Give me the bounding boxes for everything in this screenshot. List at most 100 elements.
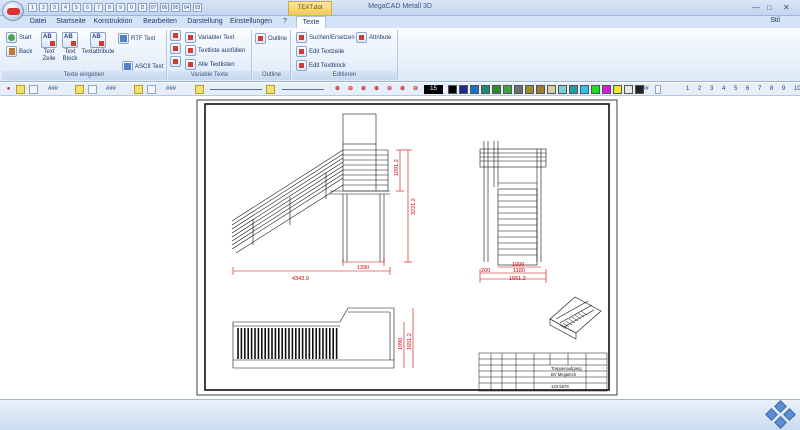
group-variable-texte: Variabler Text Textliste ausfüllen Alle … [168,30,252,80]
tab-datei[interactable]: Datei [26,16,50,28]
start-button[interactable]: Start [6,32,32,43]
app-menu-button[interactable] [2,1,24,21]
scale-slider[interactable] [282,89,324,90]
textliste-ausfuellen-button[interactable]: Textliste ausfüllen [185,45,245,56]
rtf-text-button[interactable]: RTF Text [118,33,155,44]
variabler-text-button[interactable]: Variabler Text [185,32,234,43]
maximize-button[interactable]: □ [767,3,772,12]
megacad-logo-icon [7,8,20,15]
color-swatch[interactable] [613,85,622,94]
dim-front-small[interactable]: 200 [481,268,490,274]
linetype-lock-icon[interactable] [134,85,143,94]
color-swatch[interactable] [624,85,633,94]
color-swatch[interactable] [602,85,611,94]
layer-number[interactable]: 7 [758,85,761,94]
dim-plan-height-a[interactable]: 1090 [398,338,404,350]
group-editieren: Suchen/Ersetzen Edit Textzeile Edit Text… [292,30,398,80]
all-textlists-icon [185,59,196,70]
layer-number[interactable]: 2 [698,85,701,94]
color-swatch[interactable] [580,85,589,94]
dim-front-width-total[interactable]: 1651.2 [509,276,526,282]
width-lock-icon[interactable] [195,85,204,94]
color-lock-icon[interactable] [75,85,84,94]
textattribute-button[interactable]: Textattribute [82,32,114,56]
color-swatch[interactable] [558,85,567,94]
layer-number[interactable]: 1 [686,85,689,94]
color-swatch[interactable] [569,85,578,94]
pen-style-label[interactable]: ### [48,85,58,94]
color-swatch[interactable] [492,85,501,94]
ribbon: Start Back Text Zeile Text Block Textatt… [0,28,800,82]
attribute-button[interactable]: Attribute [356,32,391,43]
layer-lock-icon[interactable] [16,85,25,94]
layer-number[interactable]: 8 [770,85,773,94]
zoom-in-icon[interactable]: ⊕ [333,85,342,94]
color-swatch[interactable] [448,85,457,94]
tab-startseite[interactable]: Startseite [55,16,87,28]
edit-textzeile-button[interactable]: Edit Textzeile [296,46,344,57]
color-swatch[interactable] [525,85,534,94]
redraw-icon[interactable]: ⊖ [411,85,420,94]
zoom-out-icon[interactable]: ⊖ [346,85,355,94]
text-tool-1-button[interactable] [170,30,183,41]
color-swatch[interactable] [547,85,556,94]
tab-konstruktion[interactable]: Konstruktion [92,16,134,28]
layer-settings-icon[interactable] [29,85,38,94]
text-block-button[interactable]: Text Block [61,32,79,63]
outline-button[interactable]: Outline [255,33,287,44]
group-label-variable-texte: Variable Texte [168,71,251,80]
record-icon[interactable]: ● [4,85,13,94]
back-button[interactable]: Back [6,46,32,57]
line-width-slider[interactable] [210,89,262,90]
layer-number[interactable]: 4 [722,85,725,94]
text-var-icon [170,30,181,41]
zoom-window-icon[interactable]: ⊕ [359,85,368,94]
line-width-label[interactable]: ### [166,85,176,94]
layer-number[interactable]: 5 [734,85,737,94]
color-swatch[interactable] [459,85,468,94]
dim-side-height-total[interactable]: 3221.2 [411,198,417,215]
navigation-cube-icon[interactable] [765,400,796,429]
color-swatch[interactable] [481,85,490,94]
color-settings-icon[interactable] [88,85,97,94]
color-swatch[interactable] [503,85,512,94]
drawing-canvas[interactable]: 4343.9 1390 1091.2 3221.2 1000 1180 1651… [0,97,800,399]
layer-panel-icon[interactable] [655,85,661,94]
grid-toggle[interactable]: ## [642,85,649,94]
style-menu[interactable]: Stil [770,17,780,24]
dim-side-total-length[interactable]: 4343.9 [292,276,309,282]
layer-number[interactable]: 6 [746,85,749,94]
layer-number[interactable]: 3 [710,85,713,94]
text-zeile-label: Text Zeile [42,49,56,62]
line-width-number[interactable]: 15 [424,85,443,94]
style-lock-icon[interactable] [266,85,275,94]
color-swatch[interactable] [536,85,545,94]
dim-front-width-b[interactable]: 1180 [513,268,525,274]
text-tool-2-button[interactable] [170,43,183,54]
start-icon [6,32,17,43]
color-swatch[interactable] [514,85,523,94]
edit-textblock-button[interactable]: Edit Textblock [296,60,346,71]
tab-einstellungen[interactable]: Einstellungen [230,16,272,28]
tab-help[interactable]: ? [280,16,290,28]
zoom-previous-icon[interactable]: ⊖ [385,85,394,94]
pen-icon[interactable] [147,85,156,94]
alle-textlisten-button[interactable]: Alle Textlisten [185,59,235,70]
suchen-ersetzen-button[interactable]: Suchen/Ersetzen [296,32,355,43]
dim-plan-height-b[interactable]: 1651.2 [407,333,413,350]
minimize-button[interactable]: — [752,3,760,12]
text-tool-3-button[interactable] [170,56,183,67]
layer-number[interactable]: 10 [794,85,800,94]
color-swatch[interactable] [591,85,600,94]
color-swatch[interactable] [470,85,479,94]
layer-number[interactable]: 9 [782,85,785,94]
tab-darstellung[interactable]: Darstellung [186,16,224,28]
text-zeile-button[interactable]: Text Zeile [40,32,58,63]
dim-side-height-upper[interactable]: 1091.2 [394,159,400,176]
line-type-label[interactable]: ### [106,85,116,94]
close-button[interactable]: ✕ [783,3,790,12]
dim-side-platform[interactable]: 1390 [357,265,369,271]
tab-bearbeiten[interactable]: Bearbeiten [142,16,178,28]
pan-icon[interactable]: ⊕ [398,85,407,94]
zoom-all-icon[interactable]: ⊕ [372,85,381,94]
